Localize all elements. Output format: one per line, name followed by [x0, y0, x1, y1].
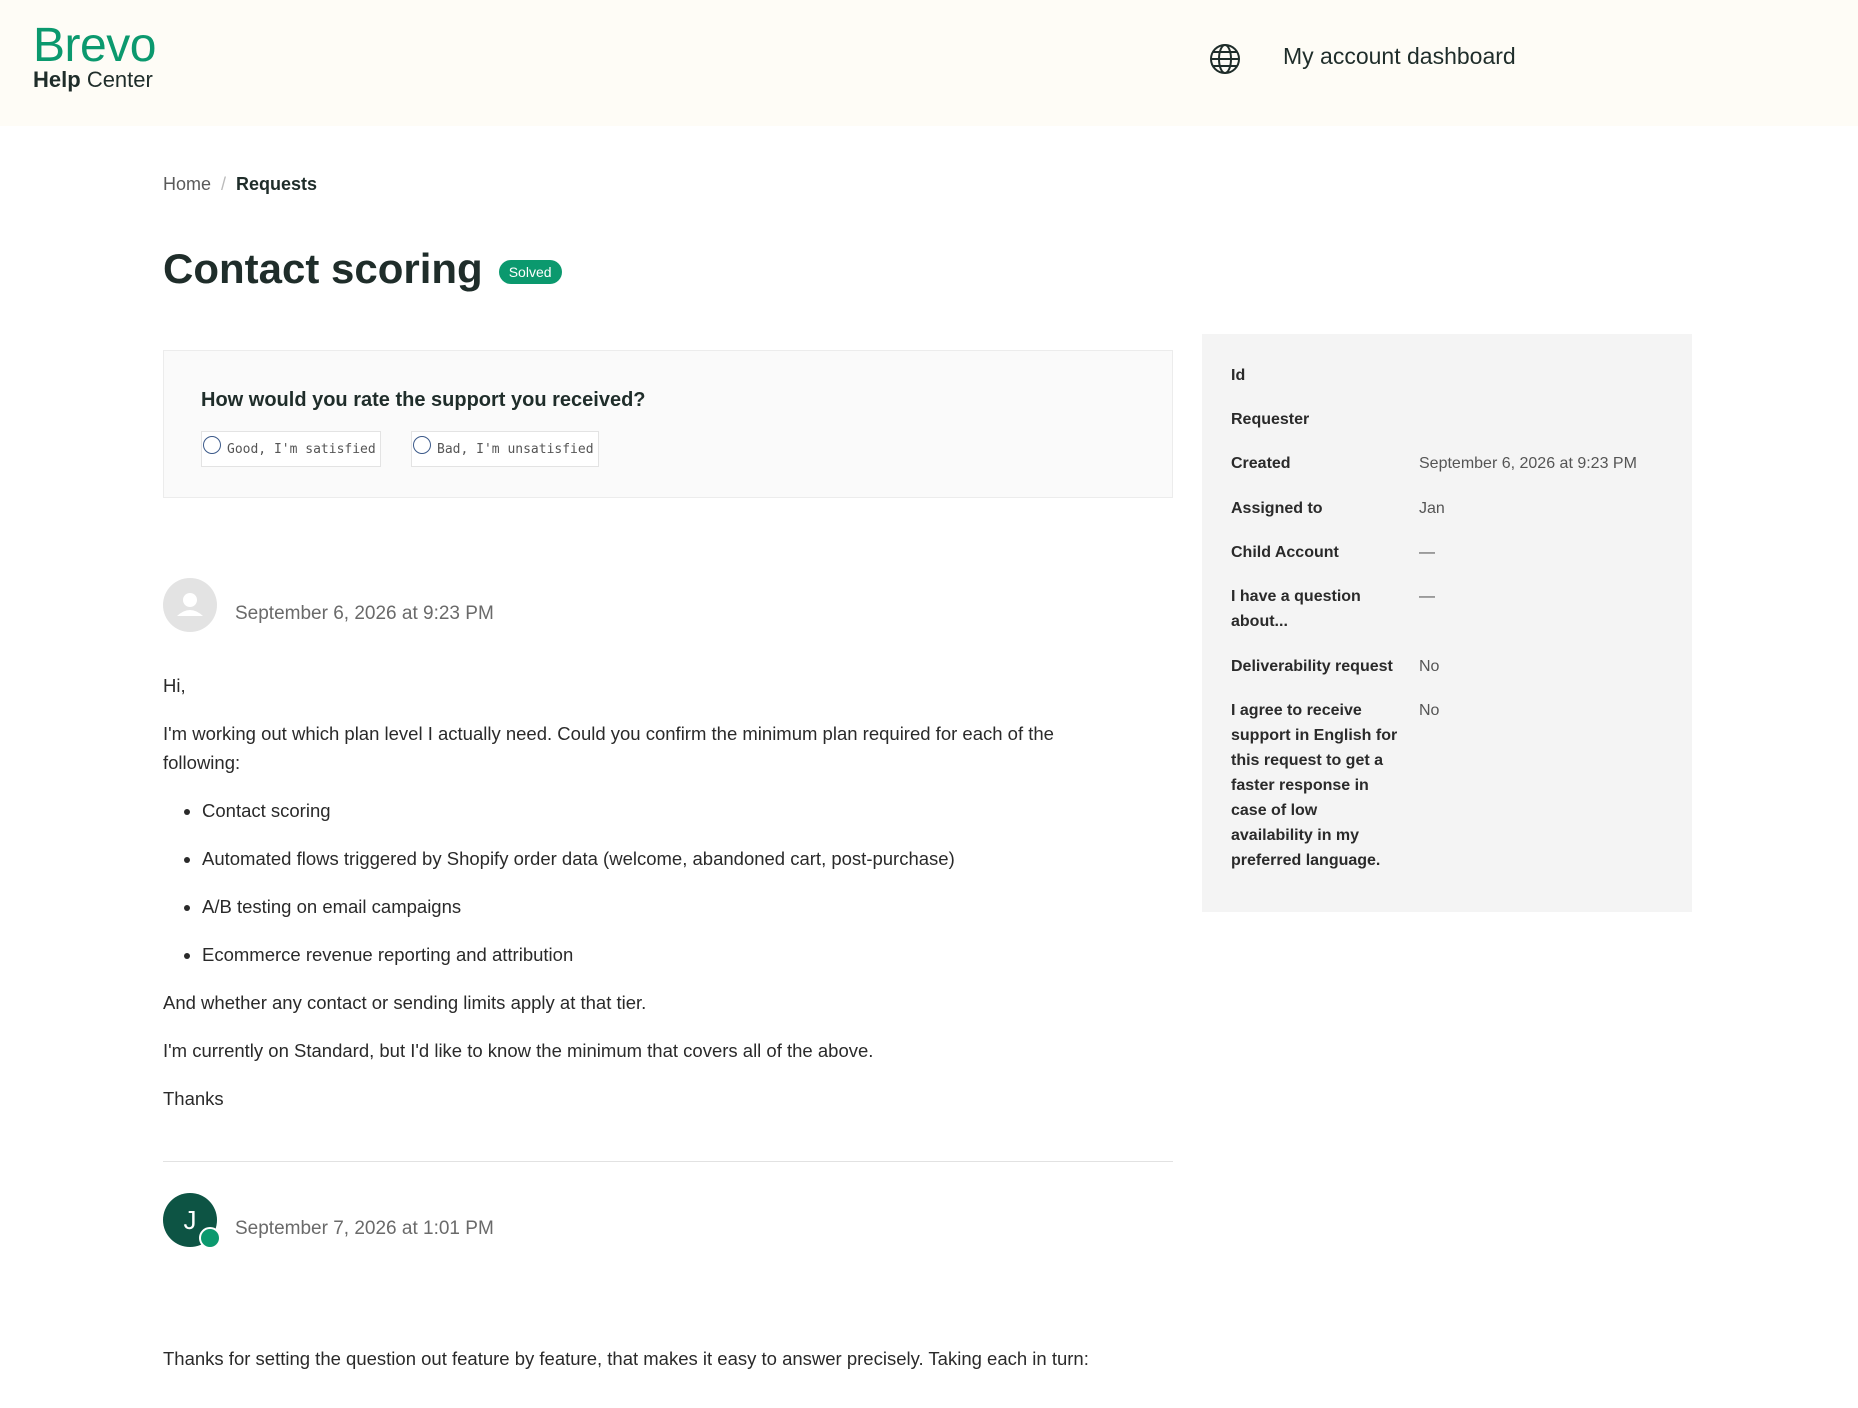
feature-list: Contact scoring Automated flows triggere…	[163, 796, 1103, 969]
message-greeting: Hi,	[163, 675, 186, 696]
logo-sub-rest: Center	[86, 67, 153, 92]
message-paragraph: Thanks for setting the question out feat…	[163, 1348, 1089, 1369]
logo-subtitle: Help Center	[33, 69, 156, 91]
rating-bad-option[interactable]: Bad, I'm unsatisfied	[411, 431, 599, 467]
detail-key: Created	[1231, 455, 1291, 472]
satisfaction-rating-panel: How would you rate the support you recei…	[163, 350, 1173, 498]
detail-key: Id	[1231, 367, 1246, 384]
agent-badge-icon	[199, 1227, 221, 1249]
globe-icon[interactable]	[1208, 42, 1242, 76]
message-date: September 7, 2026 at 1:01 PM	[235, 1218, 494, 1239]
list-item: A/B testing on email campaigns	[202, 892, 1103, 921]
status-badge: Solved	[498, 260, 562, 284]
radio-bad[interactable]	[413, 436, 431, 454]
list-item: Ecommerce revenue reporting and attribut…	[202, 940, 1103, 969]
page-title: Contact scoring	[163, 245, 483, 292]
rating-good-option[interactable]: Good, I'm satisfied	[201, 431, 381, 467]
detail-value: No	[1419, 702, 1440, 719]
detail-key: I have a question about...	[1231, 588, 1361, 630]
detail-key: Child Account	[1231, 544, 1339, 561]
radio-good[interactable]	[203, 436, 221, 454]
detail-key: Requester	[1231, 411, 1310, 428]
site-header: Brevo Help Center My account dashboard	[0, 0, 1858, 126]
message-header-agent: J September 7, 2026 at 1:01 PM	[163, 1193, 494, 1249]
message-header-requester: September 6, 2026 at 9:23 PM	[163, 578, 494, 632]
message-body-requester: Hi, I'm working out which plan level I a…	[163, 671, 1103, 1132]
avatar-initial: J	[183, 1204, 197, 1235]
detail-value: September 6, 2026 at 9:23 PM	[1419, 455, 1637, 472]
detail-key: I agree to receive support in English fo…	[1231, 702, 1398, 869]
rating-good-label: Good, I'm satisfied	[227, 441, 376, 457]
brevo-help-center-logo[interactable]: Brevo Help Center	[33, 19, 156, 91]
message-paragraph: I'm currently on Standard, but I'd like …	[163, 1040, 874, 1061]
message-paragraph: And whether any contact or sending limit…	[163, 992, 647, 1013]
my-account-dashboard-link[interactable]: My account dashboard	[1283, 43, 1516, 70]
rating-bad-label: Bad, I'm unsatisfied	[437, 441, 594, 457]
list-item: Contact scoring	[202, 796, 1103, 825]
message-body-agent: Thanks for setting the question out feat…	[163, 1344, 1103, 1392]
breadcrumb-home[interactable]: Home	[163, 174, 211, 194]
detail-value: No	[1419, 658, 1440, 675]
logo-sub-bold: Help	[33, 67, 81, 92]
rating-question: How would you rate the support you recei…	[201, 389, 646, 411]
logo-brand: Brevo	[33, 19, 156, 72]
message-intro: I'm working out which plan level I actua…	[163, 723, 1054, 773]
avatar	[163, 578, 217, 632]
list-item: Automated flows triggered by Shopify ord…	[202, 844, 1103, 873]
detail-value: —	[1419, 544, 1435, 561]
request-details-sidebar: Id Requester Created September 6, 2026 a…	[1202, 334, 1692, 912]
breadcrumb: Home / Requests	[163, 174, 317, 195]
breadcrumb-requests[interactable]: Requests	[236, 174, 317, 194]
detail-value: —	[1419, 588, 1435, 605]
detail-key: Assigned to	[1231, 500, 1323, 517]
user-icon	[177, 593, 203, 616]
breadcrumb-separator: /	[221, 174, 227, 194]
agent-avatar: J	[163, 1193, 221, 1249]
request-title-row: Contact scoring Solved	[163, 245, 562, 293]
message-closing: Thanks	[163, 1088, 224, 1109]
detail-key: Deliverability request	[1231, 658, 1393, 675]
message-date: September 6, 2026 at 9:23 PM	[235, 603, 494, 624]
detail-value: Jan	[1419, 500, 1445, 517]
message-divider	[163, 1161, 1173, 1162]
